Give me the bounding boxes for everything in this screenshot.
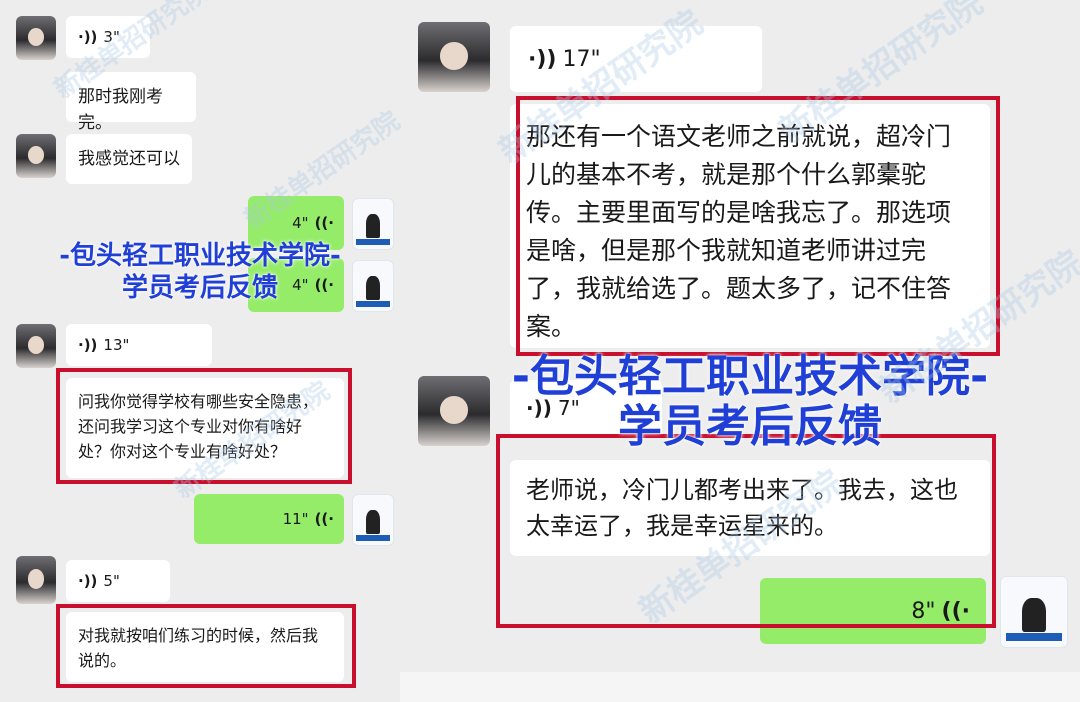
sound-wave-icon: ·)): [528, 46, 557, 72]
text-message[interactable]: 老师说，冷门儿都考出来了。我去，这也太幸运了，我是幸运星来的。: [510, 460, 990, 556]
teacher-avatar[interactable]: [352, 494, 394, 546]
voice-duration: 7": [557, 396, 580, 420]
sound-wave-icon: ((·: [314, 276, 334, 294]
teacher-avatar[interactable]: [352, 260, 394, 312]
voice-message[interactable]: ·)) 3": [66, 16, 150, 58]
sound-wave-icon: ((·: [314, 510, 334, 528]
student-avatar[interactable]: [16, 134, 56, 178]
voice-message[interactable]: ·)) 17": [510, 26, 762, 92]
teacher-avatar[interactable]: [352, 198, 394, 250]
student-avatar[interactable]: [16, 324, 56, 368]
sound-wave-icon: ·)): [526, 396, 552, 420]
voice-message-sent[interactable]: 8" ((·: [760, 578, 986, 644]
sound-wave-icon: ·)): [78, 336, 98, 354]
sound-wave-icon: ·)): [78, 28, 98, 46]
text-message[interactable]: 问我你觉得学校有哪些安全隐患，还问我学习这个专业对你有啥好处？你对这个专业有啥好…: [66, 378, 344, 478]
text-message[interactable]: 对我就按咱们练习的时候，然后我说的。: [66, 612, 344, 682]
text-message[interactable]: 那还有一个语文老师之前就说，超冷门儿的基本不考，就是那个什么郭橐驼传。主要里面写…: [510, 104, 990, 348]
voice-duration: 3": [103, 28, 120, 46]
student-avatar[interactable]: [16, 556, 56, 604]
voice-duration: 8": [911, 598, 936, 624]
student-avatar[interactable]: [418, 376, 490, 446]
chat-input-bar[interactable]: [400, 672, 1080, 702]
voice-duration: 5": [103, 572, 120, 590]
text-message[interactable]: 那时我刚考完。: [66, 72, 196, 133]
voice-message-sent[interactable]: 4" ((·: [248, 196, 344, 250]
voice-message[interactable]: ·)) 7": [510, 380, 662, 436]
sound-wave-icon: ((·: [941, 598, 970, 624]
text-message[interactable]: 我感觉还可以: [66, 134, 192, 184]
voice-message[interactable]: ·)) 5": [66, 560, 170, 602]
teacher-avatar[interactable]: [1000, 576, 1068, 648]
voice-duration: 13": [103, 336, 130, 354]
voice-message[interactable]: ·)) 13": [66, 324, 212, 366]
voice-message-sent[interactable]: 11" ((·: [194, 494, 344, 544]
left-chat-screenshot: ·)) 3" 那时我刚考完。 我感觉还可以 4" ((· 4" ((· ·)) …: [0, 0, 400, 702]
voice-duration: 11": [282, 510, 309, 528]
voice-duration: 4": [292, 276, 309, 294]
sound-wave-icon: ((·: [314, 214, 334, 232]
voice-duration: 17": [562, 46, 601, 72]
right-chat-screenshot: ·)) 17" 那还有一个语文老师之前就说，超冷门儿的基本不考，就是那个什么郭橐…: [400, 0, 1080, 702]
voice-message-sent[interactable]: 4" ((·: [248, 258, 344, 312]
student-avatar[interactable]: [16, 16, 56, 60]
sound-wave-icon: ·)): [78, 572, 98, 590]
voice-duration: 4": [292, 214, 309, 232]
student-avatar[interactable]: [418, 22, 490, 92]
